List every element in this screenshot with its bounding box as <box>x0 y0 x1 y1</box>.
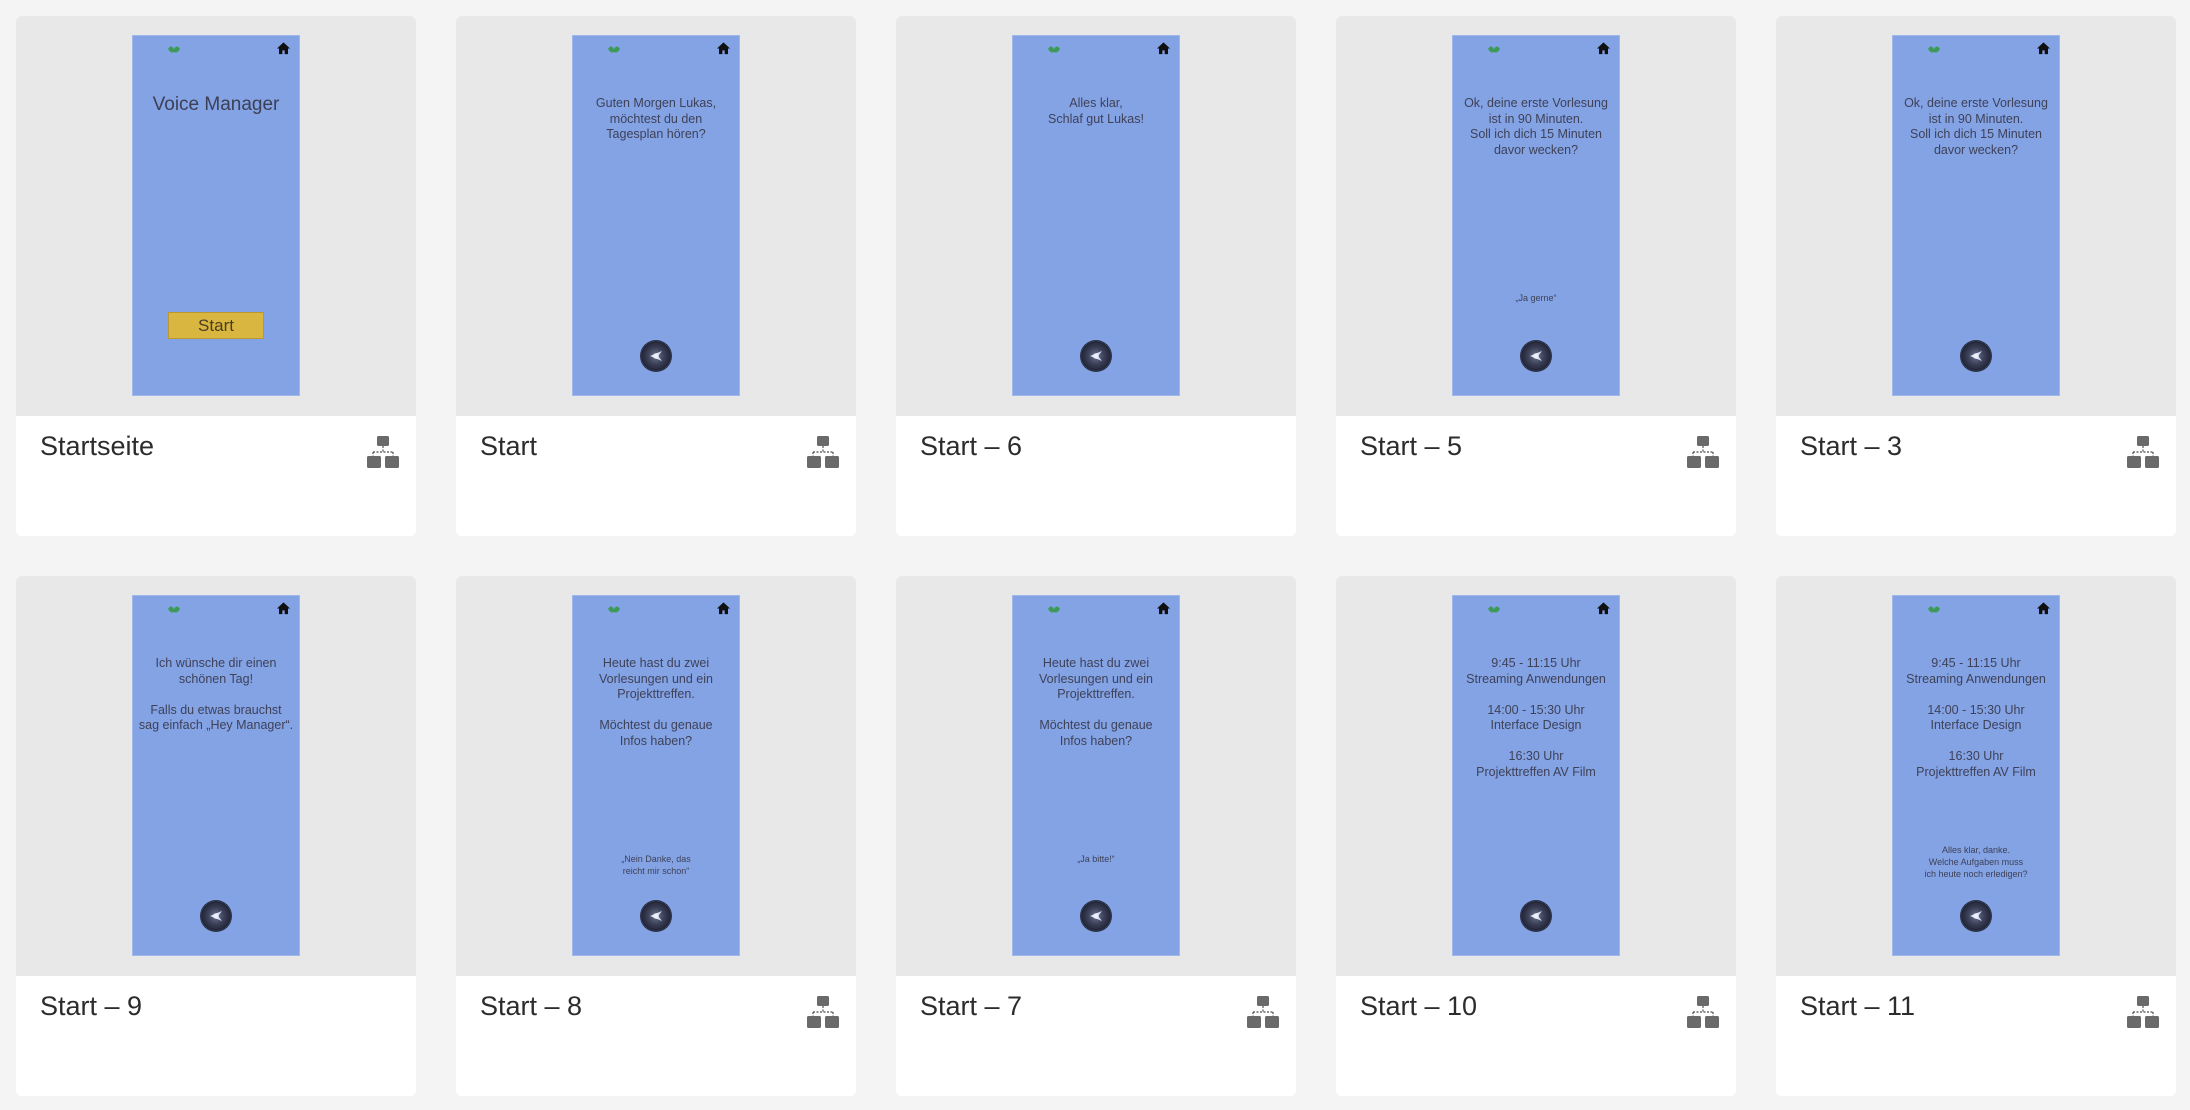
logo <box>578 601 624 617</box>
phone-screen: Heute hast du zwei Vorlesungen und ein P… <box>1013 596 1179 955</box>
home-icon[interactable] <box>1156 601 1171 616</box>
phone-screen: Ok, deine erste Vorlesung ist in 90 Minu… <box>1893 36 2059 395</box>
screen-message: Ok, deine erste Vorlesung ist in 90 Minu… <box>1904 96 2048 157</box>
artboard-name[interactable]: Start – 6 <box>920 431 1022 462</box>
artboard-name[interactable]: Start – 10 <box>1360 991 1477 1022</box>
artboard-grid: Voice Manager Start Startseite Guten Mor… <box>16 16 2176 1096</box>
artboard-thumbnail[interactable]: Heute hast du zwei Vorlesungen und ein P… <box>456 576 856 976</box>
artboard-card[interactable]: Heute hast du zwei Vorlesungen und ein P… <box>896 576 1296 1096</box>
phone-screen: Heute hast du zwei Vorlesungen und ein P… <box>573 596 739 955</box>
screen-message: Heute hast du zwei Vorlesungen und ein P… <box>1039 656 1153 748</box>
user-reply: Alles klar, danke. Welche Aufgaben muss … <box>1924 845 2028 879</box>
artboard-name[interactable]: Start – 9 <box>40 991 142 1022</box>
phone-screen: 9:45 - 11:15 Uhr Streaming Anwendungen 1… <box>1453 596 1619 955</box>
phone-screen: Guten Morgen Lukas, möchtest du den Tage… <box>573 36 739 395</box>
start-button[interactable]: Start <box>168 312 264 339</box>
logo <box>138 601 184 617</box>
artboard-card[interactable]: Ok, deine erste Vorlesung ist in 90 Minu… <box>1776 16 2176 536</box>
phone-screen: Alles klar, Schlaf gut Lukas! <box>1013 36 1179 395</box>
phone-screen: 9:45 - 11:15 Uhr Streaming Anwendungen 1… <box>1893 596 2059 955</box>
screen-message: Alles klar, Schlaf gut Lukas! <box>1048 96 1144 126</box>
artboard-thumbnail[interactable]: Voice Manager Start <box>16 16 416 416</box>
home-icon[interactable] <box>2036 41 2051 56</box>
phone-screen: Voice Manager Start <box>133 36 299 395</box>
flow-hierarchy-icon[interactable] <box>2126 994 2160 1030</box>
flow-hierarchy-icon[interactable] <box>2126 434 2160 470</box>
home-icon[interactable] <box>1156 41 1171 56</box>
artboard-name[interactable]: Start – 11 <box>1800 991 1915 1022</box>
artboard-card[interactable]: Heute hast du zwei Vorlesungen und ein P… <box>456 576 856 1096</box>
artboard-name[interactable]: Start <box>480 431 537 462</box>
mic-orb-icon[interactable] <box>1081 341 1111 371</box>
home-icon[interactable] <box>716 601 731 616</box>
artboard-card[interactable]: Ich wünsche dir einen schönen Tag! Falls… <box>16 576 416 1096</box>
home-icon[interactable] <box>2036 601 2051 616</box>
mic-orb-icon[interactable] <box>201 901 231 931</box>
logo <box>1018 601 1064 617</box>
screen-message: Heute hast du zwei Vorlesungen und ein P… <box>599 656 713 748</box>
artboard-card[interactable]: 9:45 - 11:15 Uhr Streaming Anwendungen 1… <box>1776 576 2176 1096</box>
artboard-thumbnail[interactable]: 9:45 - 11:15 Uhr Streaming Anwendungen 1… <box>1336 576 1736 976</box>
artboard-name[interactable]: Startseite <box>40 431 154 462</box>
flow-hierarchy-icon[interactable] <box>1686 434 1720 470</box>
artboard-card[interactable]: Alles klar, Schlaf gut Lukas! Start – 6 <box>896 16 1296 536</box>
home-icon[interactable] <box>276 601 291 616</box>
logo <box>138 41 184 57</box>
screen-title: Voice Manager <box>152 94 280 115</box>
user-reply: „Ja bitte!“ <box>1077 854 1115 864</box>
user-reply: „Nein Danke, das reicht mir schon“ <box>621 854 691 876</box>
artboard-thumbnail[interactable]: Guten Morgen Lukas, möchtest du den Tage… <box>456 16 856 416</box>
artboard-card[interactable]: Guten Morgen Lukas, möchtest du den Tage… <box>456 16 856 536</box>
mic-orb-icon[interactable] <box>1521 341 1551 371</box>
flow-hierarchy-icon[interactable] <box>1246 994 1280 1030</box>
phone-screen: Ok, deine erste Vorlesung ist in 90 Minu… <box>1453 36 1619 395</box>
screen-message: Ok, deine erste Vorlesung ist in 90 Minu… <box>1464 96 1608 157</box>
artboard-thumbnail[interactable]: Ich wünsche dir einen schönen Tag! Falls… <box>16 576 416 976</box>
home-icon[interactable] <box>1596 601 1611 616</box>
artboard-name[interactable]: Start – 5 <box>1360 431 1462 462</box>
logo <box>1458 601 1504 617</box>
home-icon[interactable] <box>716 41 731 56</box>
screen-message: 9:45 - 11:15 Uhr Streaming Anwendungen 1… <box>1906 656 2046 779</box>
screen-message: Ich wünsche dir einen schönen Tag! Falls… <box>138 656 294 732</box>
logo <box>1898 601 1944 617</box>
artboard-card[interactable]: Voice Manager Start Startseite <box>16 16 416 536</box>
logo <box>1018 41 1064 57</box>
logo <box>578 41 624 57</box>
user-reply: „Ja gerne“ <box>1515 293 1557 303</box>
artboard-thumbnail[interactable]: Heute hast du zwei Vorlesungen und ein P… <box>896 576 1296 976</box>
logo <box>1898 41 1944 57</box>
flow-hierarchy-icon[interactable] <box>1686 994 1720 1030</box>
artboard-name[interactable]: Start – 3 <box>1800 431 1902 462</box>
screen-message: Guten Morgen Lukas, möchtest du den Tage… <box>595 96 717 141</box>
home-icon[interactable] <box>1596 41 1611 56</box>
artboard-thumbnail[interactable]: Alles klar, Schlaf gut Lukas! <box>896 16 1296 416</box>
artboard-thumbnail[interactable]: Ok, deine erste Vorlesung ist in 90 Minu… <box>1776 16 2176 416</box>
logo <box>1458 41 1504 57</box>
mic-orb-icon[interactable] <box>1081 901 1111 931</box>
phone-screen: Ich wünsche dir einen schönen Tag! Falls… <box>133 596 299 955</box>
mic-orb-icon[interactable] <box>641 901 671 931</box>
screen-message: 9:45 - 11:15 Uhr Streaming Anwendungen 1… <box>1466 656 1606 779</box>
mic-orb-icon[interactable] <box>1521 901 1551 931</box>
mic-orb-icon[interactable] <box>1961 901 1991 931</box>
artboard-name[interactable]: Start – 7 <box>920 991 1022 1022</box>
flow-hierarchy-icon[interactable] <box>366 434 400 470</box>
mic-orb-icon[interactable] <box>1961 341 1991 371</box>
mic-orb-icon[interactable] <box>641 341 671 371</box>
artboard-thumbnail[interactable]: 9:45 - 11:15 Uhr Streaming Anwendungen 1… <box>1776 576 2176 976</box>
artboard-name[interactable]: Start – 8 <box>480 991 582 1022</box>
artboard-card[interactable]: 9:45 - 11:15 Uhr Streaming Anwendungen 1… <box>1336 576 1736 1096</box>
flow-hierarchy-icon[interactable] <box>806 434 840 470</box>
artboard-card[interactable]: Ok, deine erste Vorlesung ist in 90 Minu… <box>1336 16 1736 536</box>
flow-hierarchy-icon[interactable] <box>806 994 840 1030</box>
home-icon[interactable] <box>276 41 291 56</box>
artboard-thumbnail[interactable]: Ok, deine erste Vorlesung ist in 90 Minu… <box>1336 16 1736 416</box>
